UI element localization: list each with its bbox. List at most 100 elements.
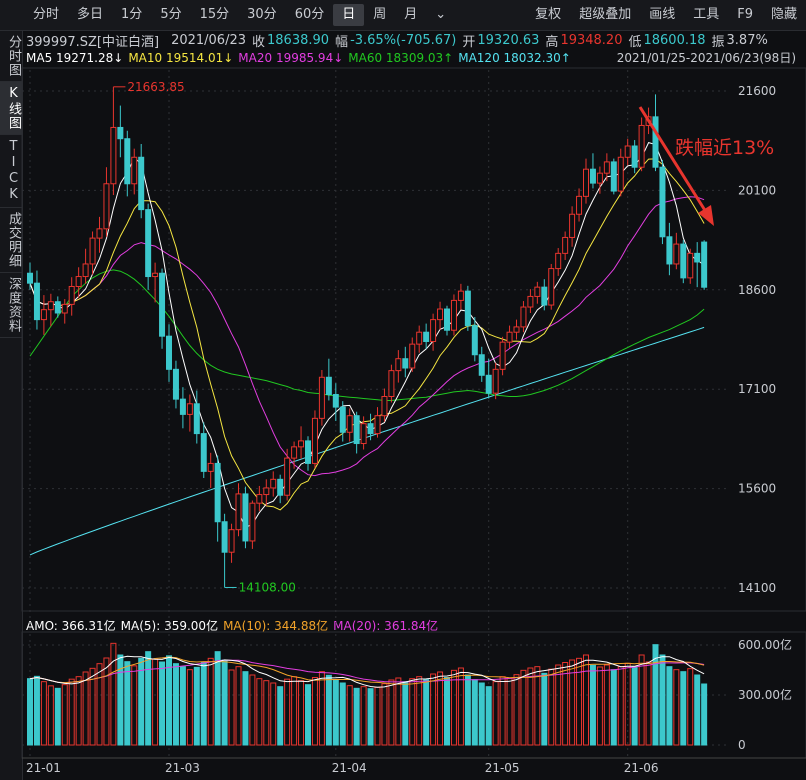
volume-bar: [33, 675, 40, 746]
volume-bar: [395, 677, 402, 746]
candle-body: [381, 395, 388, 417]
volume-bar: [159, 661, 166, 746]
candle-body: [541, 286, 548, 306]
candle-body: [61, 303, 68, 314]
candle-body: [186, 403, 193, 415]
volume-bar: [263, 680, 270, 746]
volume-bar: [367, 688, 374, 746]
volume-bar: [353, 687, 360, 746]
volume-bar: [166, 655, 172, 746]
volume-bar: [388, 679, 395, 746]
candle-body: [193, 403, 200, 435]
price-tick-label: 14100: [738, 581, 776, 595]
price-tick-label: 18600: [738, 283, 776, 297]
volume-bar: [631, 666, 638, 746]
candle-body: [437, 308, 444, 321]
candle-body: [54, 301, 61, 314]
volume-bar: [339, 682, 346, 746]
volume-bar: [485, 686, 492, 746]
candle-body: [166, 335, 172, 370]
volume-bar: [416, 676, 423, 746]
volume-bar: [464, 674, 471, 746]
candle-body: [75, 276, 82, 287]
volume-bar: [152, 658, 159, 746]
ma5-line: [29, 142, 705, 529]
candle-body: [694, 252, 701, 263]
candle-body: [305, 440, 311, 464]
price-panel-frame: [21, 67, 806, 612]
candle-body: [284, 457, 291, 496]
candle-body: [506, 331, 513, 343]
volume-bar: [381, 683, 388, 746]
volume-bar: [576, 657, 583, 746]
candle-body: [464, 290, 471, 327]
candle-body: [311, 417, 318, 464]
volume-bar: [437, 671, 444, 746]
candle-body: [610, 161, 617, 192]
candle-body: [701, 241, 708, 288]
volume-bar: [332, 679, 339, 746]
candle-body: [40, 309, 47, 321]
candle-body: [457, 290, 464, 301]
candle-body: [200, 433, 207, 472]
candle-body: [235, 493, 242, 531]
candle-body: [492, 368, 499, 394]
candle-body: [555, 252, 562, 270]
volume-tick-label: 0: [738, 738, 746, 752]
candle-body: [103, 183, 110, 230]
volume-bar: [138, 657, 145, 746]
candle-body: [179, 398, 186, 415]
candle-body: [242, 493, 249, 542]
candle-body: [569, 213, 576, 238]
candle-body: [374, 415, 381, 435]
kline-chart[interactable]: 21600 20100 18600 17100 15600 14100 600.00亿 300…: [0, 0, 806, 780]
candle-body: [228, 529, 235, 553]
volume-bar: [694, 674, 701, 746]
ma120-line: [29, 326, 705, 556]
candle-body: [652, 116, 659, 168]
candle-body: [631, 145, 638, 168]
ma20-line: [29, 196, 705, 477]
candle-body: [346, 415, 353, 433]
volume-bar: [103, 657, 110, 746]
volume-bar: [527, 667, 534, 746]
volume-bar: [256, 678, 263, 746]
volume-bar: [450, 669, 457, 746]
volume-bar: [471, 679, 478, 746]
candle-body: [214, 462, 221, 523]
volume-bar: [40, 681, 47, 746]
volume-bar: [186, 669, 193, 746]
time-tick-label: 21-06: [624, 761, 659, 775]
volume-bar: [27, 678, 33, 746]
volume-bar: [638, 654, 645, 746]
volume-bar: [221, 659, 228, 746]
volume-bar: [277, 686, 284, 746]
volume-ma20-line: [29, 659, 705, 684]
candle-body: [82, 263, 89, 278]
candle-body: [416, 331, 423, 345]
candle-body: [110, 126, 117, 185]
candle-body: [332, 394, 339, 408]
volume-bar: [200, 661, 207, 746]
volume-bar: [506, 677, 513, 746]
volume-bar: [145, 651, 152, 746]
candle-body: [534, 286, 541, 297]
volume-bar: [131, 665, 138, 746]
candle-body: [638, 124, 645, 168]
volume-bar: [68, 678, 75, 746]
volume-bar: [54, 687, 61, 746]
volume-bar: [603, 664, 610, 746]
volume-bar: [124, 661, 131, 746]
candle-body: [318, 376, 325, 419]
price-tick-label: 15600: [738, 482, 776, 496]
price-tick-label: 17100: [738, 382, 776, 396]
volume-bar: [430, 673, 437, 746]
time-tick-label: 21-04: [332, 761, 367, 775]
candle-body: [124, 138, 131, 185]
candle-body: [527, 295, 534, 308]
candle-body: [673, 243, 680, 265]
candle-body: [117, 126, 124, 140]
volume-bar: [235, 666, 242, 746]
volume-bar: [659, 654, 666, 746]
volume-tick-label: 300.00亿: [738, 687, 792, 702]
